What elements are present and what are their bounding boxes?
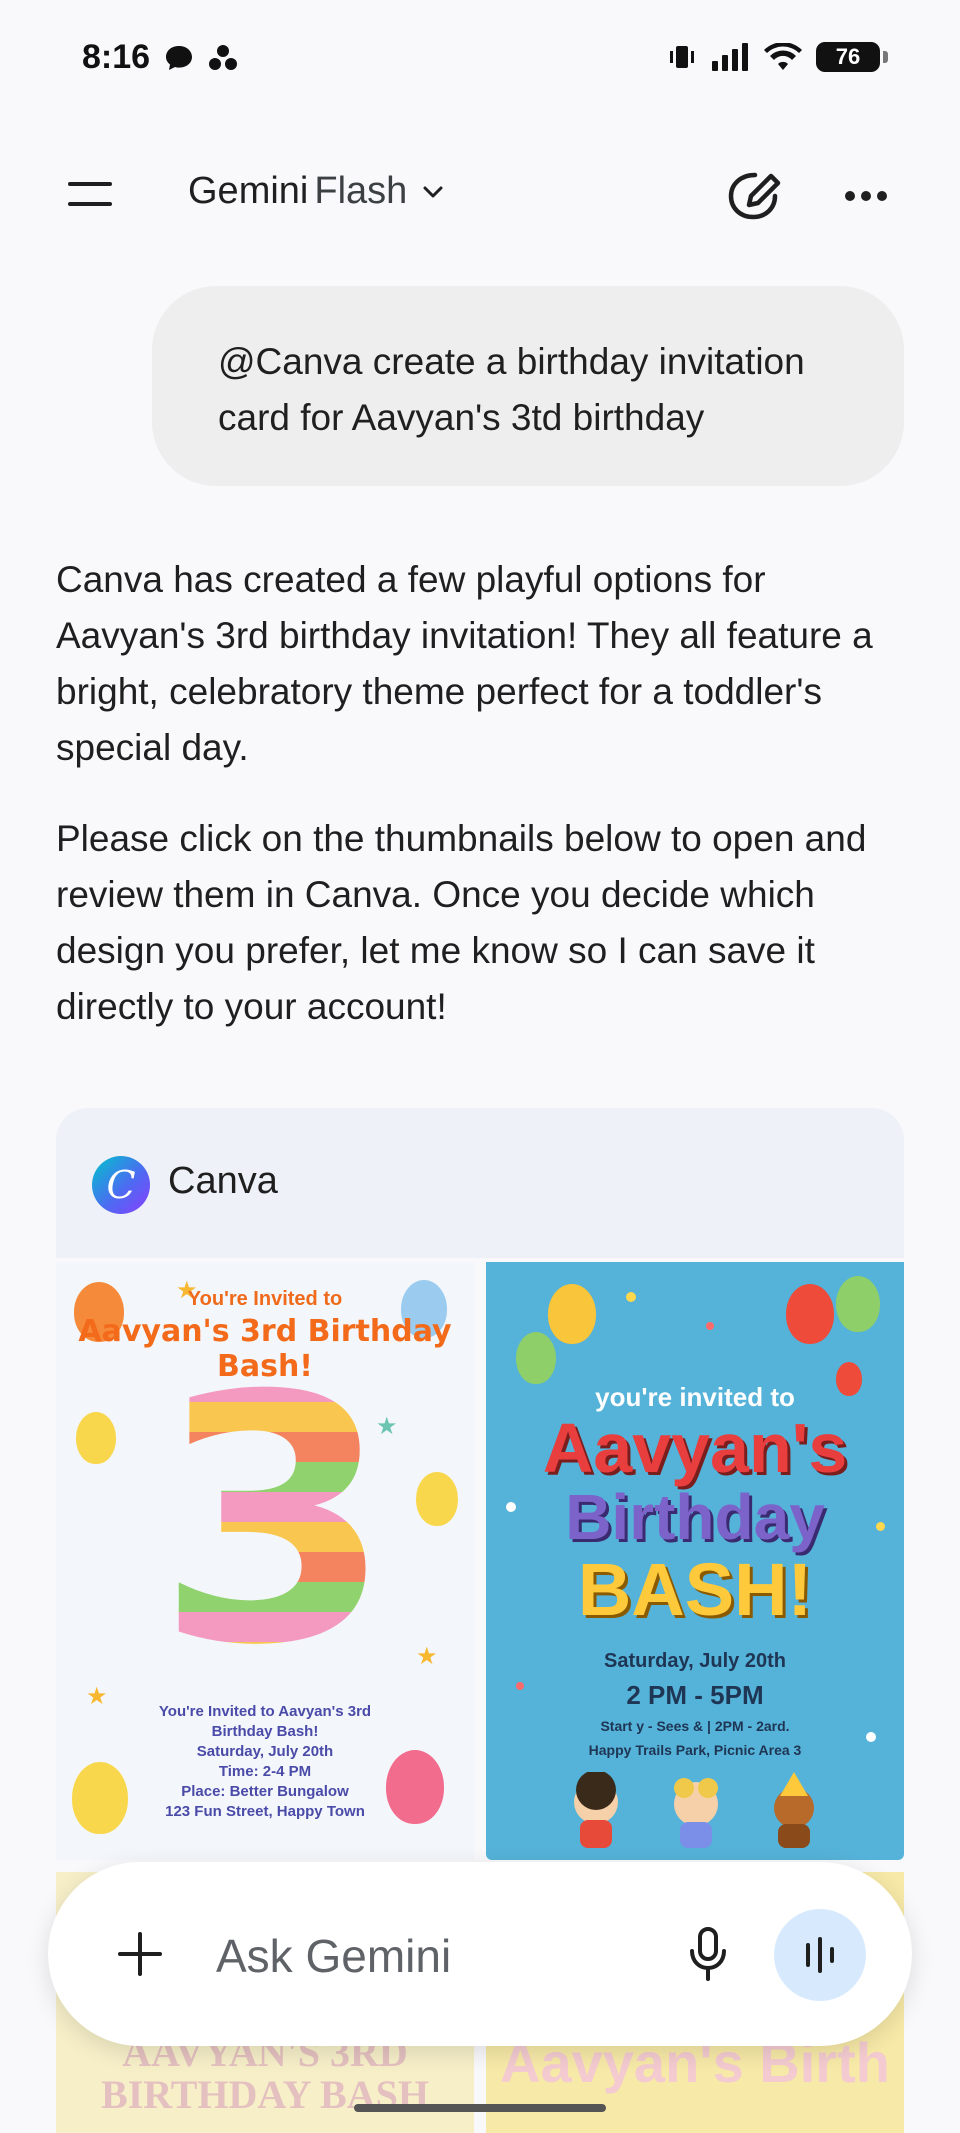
balloon <box>416 1472 458 1526</box>
ask-gemini-input[interactable] <box>214 1920 658 1992</box>
confetti <box>626 1292 636 1302</box>
response-paragraph: Canva has created a few playful options … <box>56 559 873 768</box>
voice-wave-icon <box>806 1937 834 1973</box>
notification-icons <box>164 44 238 72</box>
menu-button[interactable] <box>64 168 116 220</box>
mic-icon <box>690 1927 726 1981</box>
plus-icon <box>118 1932 162 1976</box>
user-message-bubble: @Canva create a birthday invitation card… <box>152 286 904 486</box>
thumb1-invited: You're Invited to <box>187 1288 343 1310</box>
thumb2-line-b: Happy Trails Park, Picnic Area 3 <box>588 1742 802 1758</box>
thumb1-details: You're Invited to Aavyan's 3rd Birthday … <box>56 1702 474 1822</box>
status-right: 76 <box>668 42 888 72</box>
kid-illustration <box>574 1772 814 1848</box>
message-notification-icon <box>166 46 192 70</box>
thumb1-detail-line: Birthday Bash! <box>211 1723 319 1740</box>
add-attachment-button[interactable] <box>110 1924 170 1984</box>
thumb1-detail-line: You're Invited to Aavyan's 3rd <box>158 1703 372 1720</box>
model-name: Gemini <box>188 170 309 212</box>
microphone-button[interactable] <box>682 1924 734 1984</box>
thumb2-date: Saturday, July 20th <box>604 1650 786 1672</box>
wifi-icon <box>764 43 802 70</box>
edit-icon <box>728 172 781 220</box>
thumb1-detail-line: Place: Better Bungalow <box>181 1783 349 1800</box>
star-decoration: ★ <box>416 1643 438 1670</box>
thumb1-detail-line: Time: 2-4 PM <box>218 1763 312 1780</box>
more-icon <box>845 191 887 201</box>
thumb2-line-a: Start y - Sees & | 2PM - 2ard. <box>600 1718 790 1734</box>
canva-logo-icon: C <box>92 1156 150 1214</box>
thumb2-name: Aavyan's <box>542 1409 848 1487</box>
thumb1-number: 3 <box>156 1324 393 1720</box>
status-time: 8:16 <box>82 38 151 76</box>
balloon <box>548 1284 596 1344</box>
balloon <box>516 1332 556 1384</box>
signal-icon <box>712 43 748 71</box>
assistant-response: Canva has created a few playful options … <box>56 552 906 1070</box>
balloon <box>786 1284 834 1344</box>
battery-indicator: 76 <box>816 42 888 72</box>
model-variant: Flash <box>314 170 408 212</box>
thumb1-detail-line: Saturday, July 20th <box>196 1743 334 1760</box>
canva-app-name: Canva <box>168 1160 278 1202</box>
more-options-button[interactable] <box>838 168 894 224</box>
vibrate-icon <box>670 46 694 68</box>
new-chat-button[interactable] <box>722 164 786 228</box>
thumb2-bash: BASH! <box>577 1548 813 1631</box>
confetti <box>706 1322 714 1330</box>
balloon <box>76 1412 116 1464</box>
thumb2-time: 2 PM - 5PM <box>626 1680 764 1710</box>
model-selector[interactable]: Gemini Flash <box>188 170 447 213</box>
response-paragraph: Please click on the thumbnails below to … <box>56 818 867 1027</box>
menu-icon <box>68 182 112 206</box>
app-notification-icon <box>209 45 237 70</box>
thumb2-birthday: Birthday <box>565 1481 825 1553</box>
chevron-down-icon <box>423 186 443 197</box>
balloon <box>836 1276 880 1332</box>
design-thumbnail-2[interactable]: you're invited to Aavyan's Birthday BASH… <box>486 1262 904 1860</box>
thumb1-detail-line: 123 Fun Street, Happy Town <box>165 1803 365 1820</box>
home-indicator[interactable] <box>354 2104 606 2112</box>
voice-mode-button[interactable] <box>774 1909 866 2001</box>
design-thumbnail-1[interactable]: ★ ★ ★ ★ You're Invited to Aavyan's 3rd B… <box>56 1262 474 1860</box>
